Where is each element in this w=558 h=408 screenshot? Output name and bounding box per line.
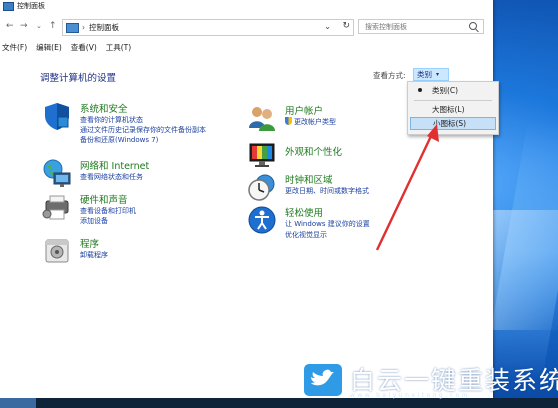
- watermark-url: www.baiyunxitong.com: [350, 392, 470, 399]
- taskbar-active-window[interactable]: [0, 398, 36, 408]
- bird-logo-icon: [304, 364, 342, 396]
- annotation-arrow: [375, 124, 439, 251]
- taskbar: [0, 398, 558, 408]
